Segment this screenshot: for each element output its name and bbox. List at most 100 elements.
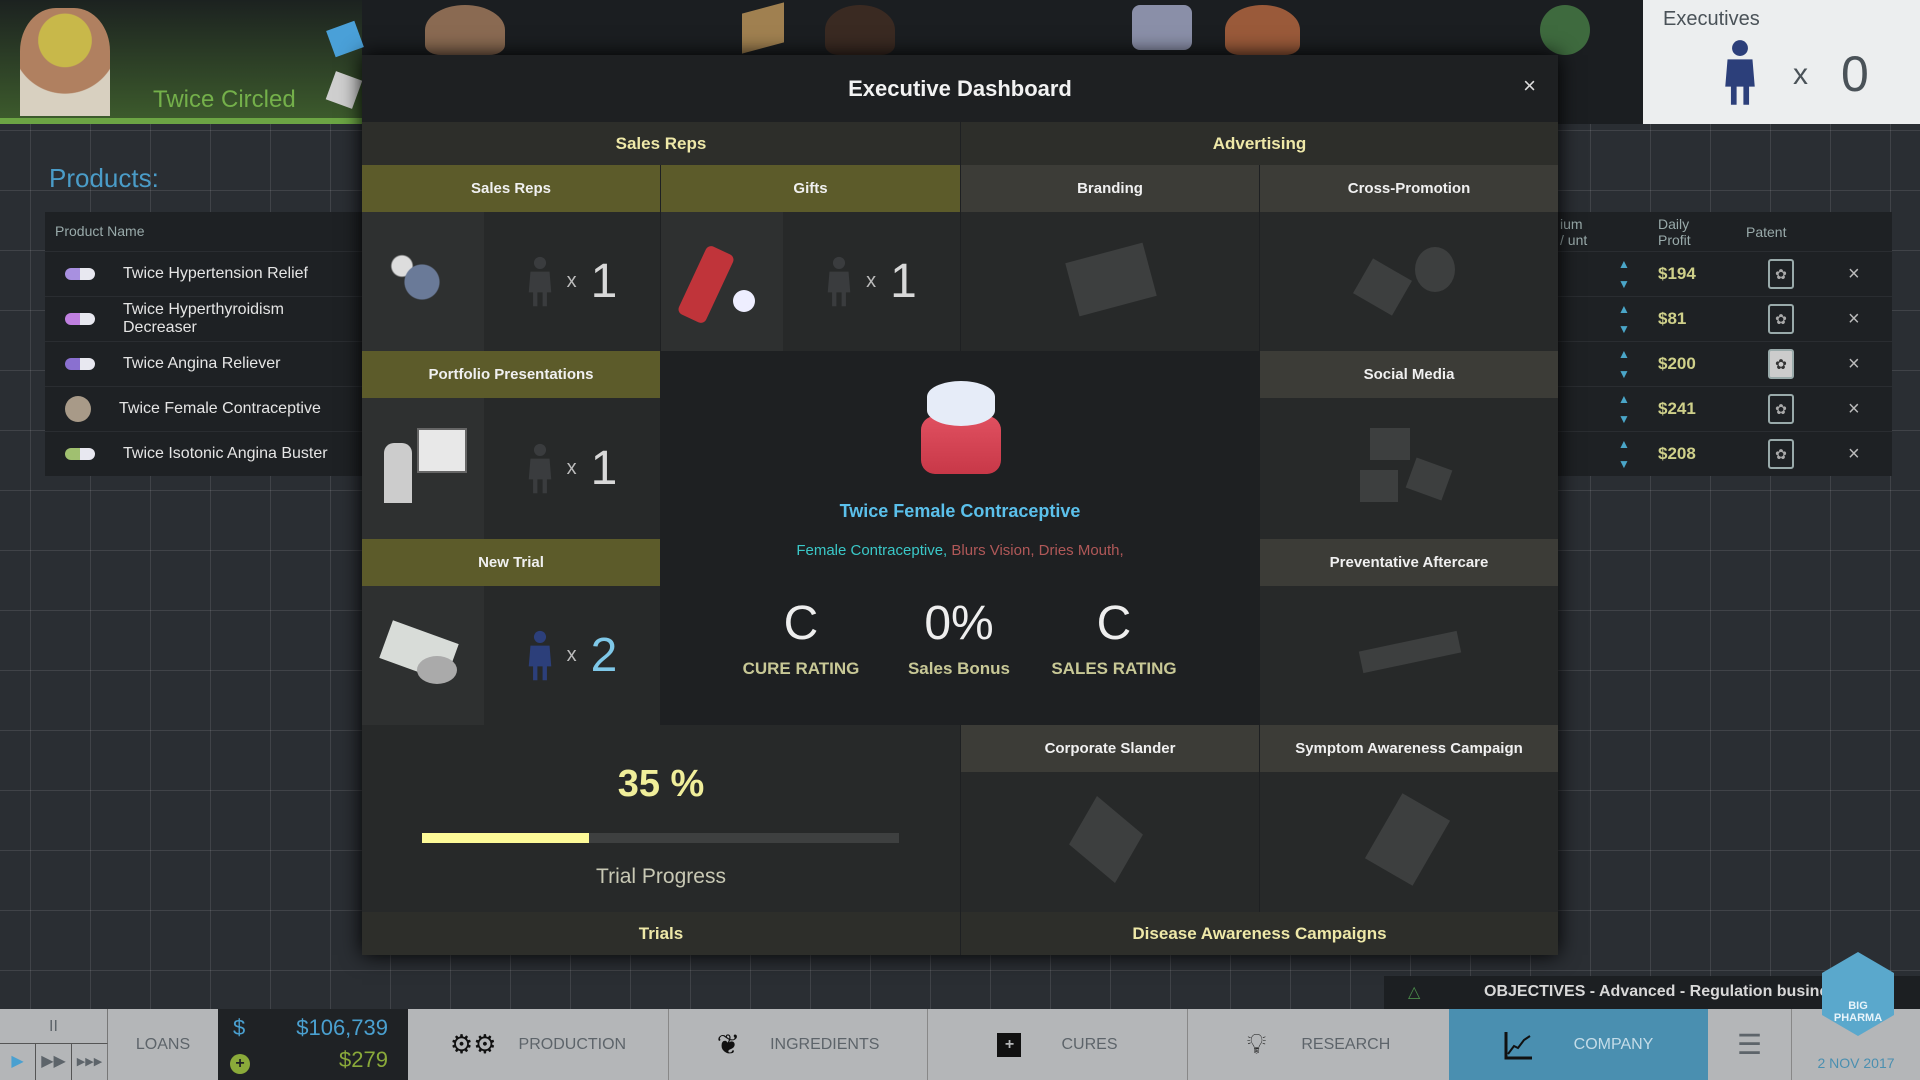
scientist-portrait[interactable] [825,5,895,55]
slot-new-trial[interactable]: x2 [362,586,660,725]
trial-progress-label: Trial Progress [596,865,726,888]
sales-rating-value: C [1096,597,1132,650]
loans-button[interactable]: LOANS [108,1009,218,1080]
slot-count: x1 [484,212,660,351]
tab-ingredients[interactable]: ❦ INGREDIENTS [669,1009,928,1080]
cure-rating: C CURE RATING [721,596,881,679]
patent-active-icon[interactable]: ✿ [1768,349,1794,379]
price-arrows[interactable]: ▲ ▼ [1618,254,1630,294]
executive-placeholder-icon [527,256,553,308]
slot-header-portfolio-presentations: Portfolio Presentations [362,351,660,398]
column-header-daily-profit: Daily Profit [1658,216,1691,248]
cure-rating-label: CURE RATING [742,659,860,678]
slot-branding[interactable] [961,212,1259,351]
fast-forward-button[interactable]: ▶▶ [36,1044,72,1080]
medical-cross-icon: + [997,1032,1022,1057]
executives-multiplier: x [1793,58,1808,91]
products-table-right: ium / unt Daily Profit Patent ▲ ▼ $194 ✿ × ▲… [1558,212,1892,476]
product-row[interactable]: Twice Hypertension Relief [45,251,362,296]
remove-product-button[interactable]: × [1848,263,1860,286]
daily-profit: $208 [1658,444,1696,463]
daily-profit: $194 [1658,264,1696,283]
product-row[interactable]: Twice Hyperthyroidism Decreaser [45,296,362,341]
slot-social-media[interactable] [1260,398,1558,539]
executive-icon [527,630,553,682]
product-effects: Female Contraceptive, Blurs Vision, Drie… [661,542,1259,559]
fastest-forward-button[interactable]: ▶▶▶ [72,1044,108,1080]
close-button[interactable]: × [1523,73,1536,99]
remove-product-button[interactable]: × [1848,443,1860,466]
menu-button[interactable]: ☰ [1708,1009,1792,1080]
executive-placeholder-icon [527,443,553,495]
product-row[interactable]: Twice Angina Reliever [45,341,362,386]
tab-company[interactable]: COMPANY [1449,1009,1708,1080]
product-row[interactable]: Twice Isotonic Angina Buster [45,431,362,476]
slot-count: x1 [484,398,660,539]
presentation-illustration [362,398,484,539]
pill-icon [65,313,95,325]
slot-header-cross-promotion: Cross-Promotion [1260,165,1558,212]
leaf-icon: ❦ [716,1029,741,1060]
game-date: 2 NOV 2017 [1817,1055,1895,1071]
slot-sales-reps[interactable]: x1 [362,212,660,351]
tab-production[interactable]: ⚙⚙ PRODUCTION [408,1009,669,1080]
sales-bonus-label: Sales Bonus [907,659,1011,678]
slot-corporate-slander[interactable] [961,772,1259,912]
daily-profit: $241 [1658,399,1696,418]
tab-label: COMPANY [1573,1035,1654,1053]
patent-icon[interactable]: ✿ [1768,439,1794,469]
slot-cross-promotion[interactable] [1260,212,1558,351]
scientist-portrait[interactable] [1225,5,1300,55]
product-row[interactable]: Twice Female Contraceptive [45,386,362,431]
patent-icon[interactable]: ✿ [1768,394,1794,424]
remove-product-button[interactable]: × [1848,398,1860,421]
slot-preventative-aftercare[interactable] [1260,586,1558,725]
table-row: ▲ ▼ $81 ✿ × [1558,296,1892,341]
product-name: Twice Hyperthyroidism Decreaser [122,301,284,336]
daily-profit: $81 [1658,309,1687,328]
slot-portfolio-presentations[interactable]: x1 [362,398,660,539]
slot-symptom-awareness[interactable] [1260,772,1558,912]
patent-icon[interactable]: ✿ [1768,259,1794,289]
slander-placeholder-icon [1069,796,1143,883]
daily-profit: $200 [1658,354,1696,373]
side-effect: Blurs Vision, [951,542,1035,559]
symptom-placeholder-icon [1364,793,1451,886]
plant-icon [1540,5,1590,55]
slot-header-social-media: Social Media [1260,351,1558,398]
pause-button[interactable]: II [0,1009,108,1044]
product-name: Twice Angina Reliever [123,355,281,372]
price-arrows[interactable]: ▲ ▼ [1618,434,1630,474]
tab-research[interactable]: 💡︎ RESEARCH [1188,1009,1449,1080]
ingredient-packet-icon [326,20,364,58]
price-arrows[interactable]: ▲ ▼ [1618,299,1630,339]
trial-percent: 35 % [617,763,705,805]
tab-label: PRODUCTION [518,1035,627,1053]
remove-product-button[interactable]: × [1848,353,1860,376]
tab-cures[interactable]: + CURES [928,1009,1188,1080]
slot-gifts[interactable]: x1 [661,212,960,351]
tab-label: RESEARCH [1301,1035,1391,1053]
column-header-patent: Patent [1746,224,1787,240]
ceo-portrait [20,8,110,116]
slot-header-preventative-aftercare: Preventative Aftercare [1260,539,1558,586]
remove-product-button[interactable]: × [1848,308,1860,331]
price-arrows[interactable]: ▲ ▼ [1618,389,1630,429]
slot-header-new-trial: New Trial [362,539,660,586]
table-row: ▲ ▼ $208 ✿ × [1558,431,1892,476]
golf-bag-illustration [661,212,783,351]
preventative-placeholder-icon [1358,630,1462,674]
slot-header-corporate-slander: Corporate Slander [961,725,1259,772]
price-arrows[interactable]: ▲ ▼ [1618,344,1630,384]
scientist-portrait[interactable] [425,5,505,55]
section-advertising: Advertising [960,122,1558,165]
bottom-bar: II ▶ ▶▶ ▶▶▶ LOANS $ $106,739 + $279 ⚙⚙ PR… [0,1009,1920,1080]
dollar-icon: $ [233,1015,246,1040]
expand-triangle-icon[interactable]: △ [1408,982,1420,1002]
patent-icon[interactable]: ✿ [1768,304,1794,334]
play-button[interactable]: ▶ [0,1044,36,1080]
multiplier: x [566,270,577,292]
social-media-placeholder-icon [1370,428,1410,460]
cash-balance: $106,739 [296,1015,388,1040]
product-panel: Twice Female Contraceptive Female Contra… [661,351,1259,725]
